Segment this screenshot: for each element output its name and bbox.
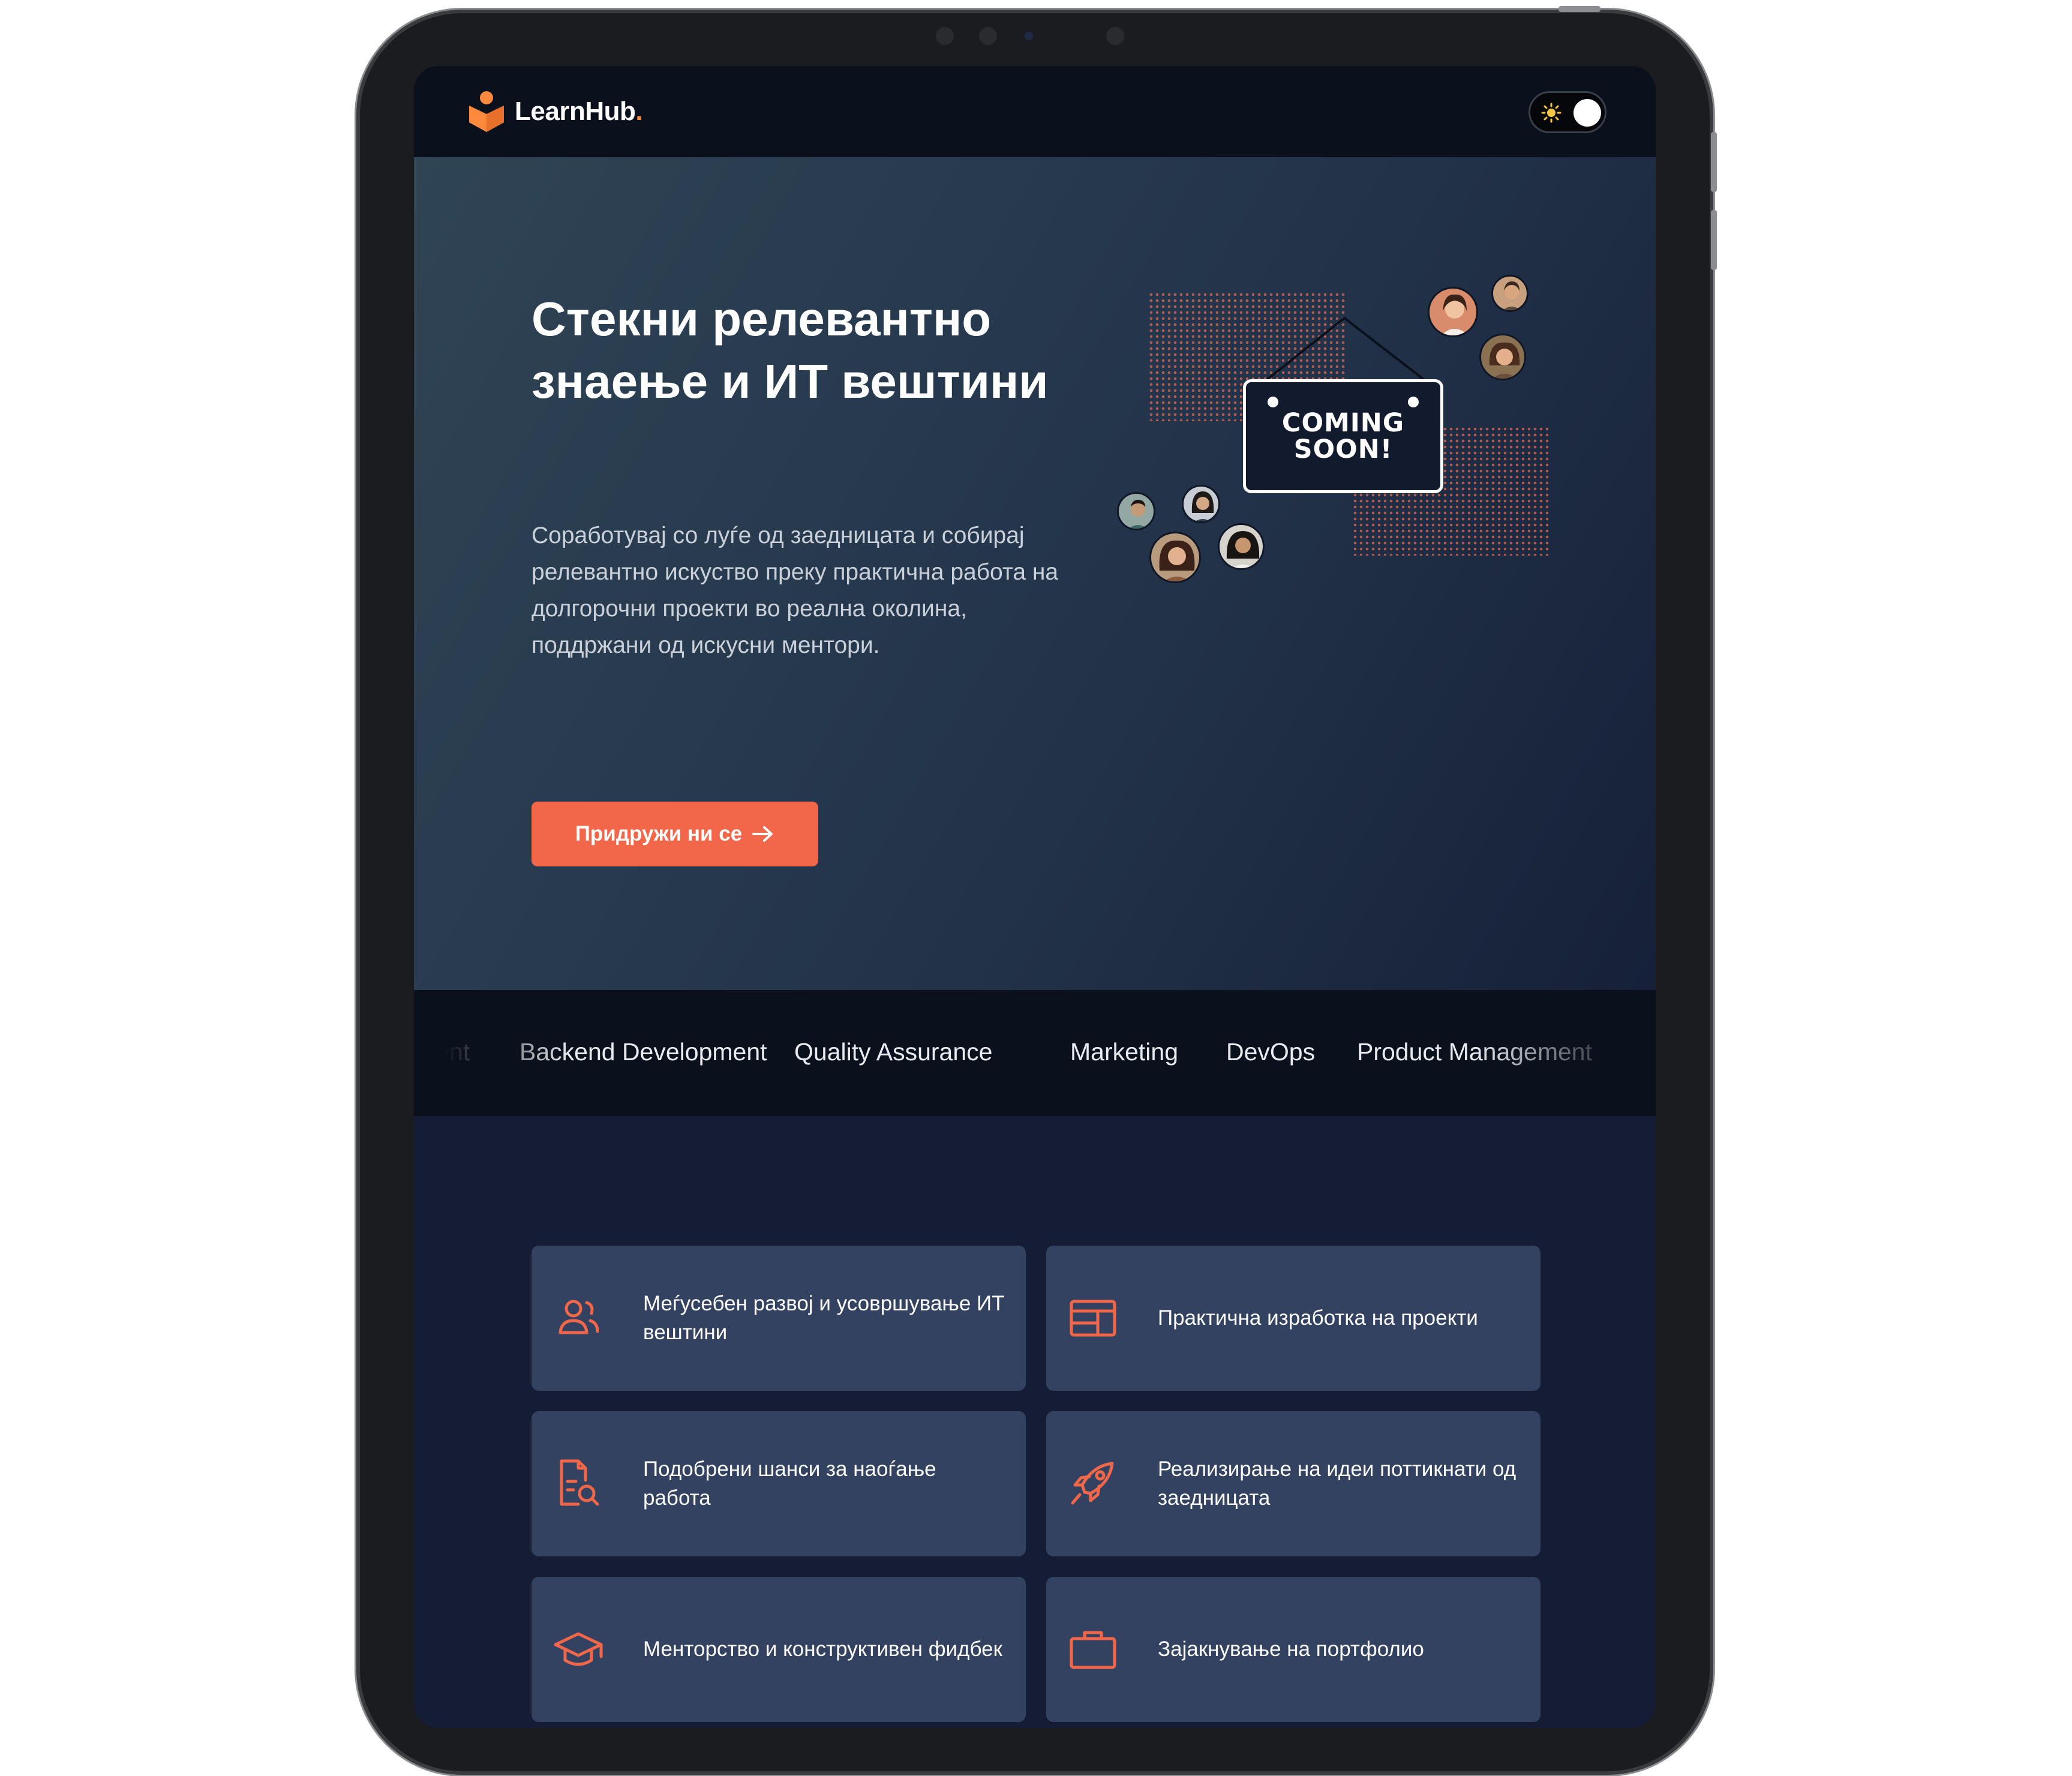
sun-icon [1541, 103, 1561, 123]
camera-lens [1025, 32, 1033, 40]
feature-card: Менторство и конструктивен фидбек [531, 1577, 1026, 1722]
feature-label: Зајакнување на портфолио [1158, 1637, 1424, 1661]
avatar [1428, 287, 1478, 337]
rocket-icon [1071, 1462, 1114, 1505]
arrow-right-icon [752, 826, 773, 842]
feature-card: Меѓусебен развој и усовршување ИТ вештин… [531, 1246, 1026, 1391]
marquee-item: Marketing [1070, 1038, 1179, 1066]
avatar [1117, 492, 1155, 530]
layout-icon [1070, 1300, 1116, 1337]
hero-title: Стекни релевантно знаење и ИТ вештини [531, 292, 1049, 408]
feature-label: Меѓусебен развој и усовршување ИТ вештин… [643, 1292, 1005, 1344]
logo[interactable]: LearnHub. [467, 88, 643, 136]
document-search-icon [560, 1459, 599, 1506]
marquee-fade-left [414, 990, 570, 1116]
feature-label: Подобрени шанси за наоѓање работа [643, 1457, 936, 1510]
marquee-fade-right [1476, 990, 1656, 1116]
logo-text: LearnHub [515, 97, 636, 126]
hero-section: Стекни релевантно знаење и ИТ вештини Со… [414, 157, 1656, 990]
sign-pin [1408, 397, 1419, 407]
join-us-label: Придружи ни се [575, 822, 743, 845]
graduation-cap-icon [554, 1632, 603, 1666]
avatar [1182, 485, 1220, 523]
feature-label: Практична изработка на проекти [1158, 1306, 1478, 1330]
sign-line-1: COMING [1281, 408, 1405, 438]
feature-card: Подобрени шанси за наоѓање работа [531, 1411, 1026, 1556]
top-navigation-bar: LearnHub. [414, 66, 1656, 157]
sign-line-2: SOON! [1293, 434, 1393, 464]
avatar [1491, 275, 1529, 312]
join-us-button[interactable]: Придружи ни се [531, 802, 818, 866]
sign-string [1263, 316, 1428, 383]
marquee-item: DevOps [1226, 1038, 1316, 1066]
skills-marquee: ment Backend Development Quality Assuran… [414, 990, 1656, 1116]
screen: LearnHub. Стекни релевантно знаење и ИТ … [414, 66, 1656, 1728]
logo-dot: . [635, 97, 643, 126]
camera-sensor [936, 27, 954, 45]
camera-sensor [1106, 27, 1124, 45]
sign-pin [1268, 397, 1278, 407]
feature-card: Зајакнување на портфолио [1046, 1577, 1541, 1722]
feature-card: Реализирање на идеи поттикнати од заедни… [1046, 1411, 1541, 1556]
tablet-volume-down-button [1711, 210, 1717, 270]
tablet-volume-up-button [1711, 132, 1717, 192]
toggle-knob [1573, 99, 1601, 127]
feature-card: Практична изработка на проекти [1046, 1246, 1541, 1391]
tablet-top-button [1558, 6, 1600, 12]
camera-sensor [979, 27, 997, 45]
coming-soon-sign: COMING SOON! [1243, 379, 1443, 493]
theme-toggle[interactable] [1529, 91, 1606, 133]
avatar [1149, 532, 1201, 583]
users-icon [558, 1300, 599, 1334]
briefcase-icon [1070, 1631, 1116, 1669]
marquee-item: Quality Assurance [794, 1038, 993, 1066]
logo-icon [469, 91, 504, 132]
avatar [1479, 334, 1526, 380]
hero-description: Соработувај со луѓе од заедницата и соби… [531, 523, 1059, 658]
coming-soon-illustration: COMING SOON! [1110, 275, 1554, 611]
feature-label: Менторство и конструктивен фидбек [643, 1637, 1002, 1661]
feature-label: Реализирање на идеи поттикнати од заедни… [1158, 1457, 1517, 1510]
avatar [1218, 523, 1265, 570]
